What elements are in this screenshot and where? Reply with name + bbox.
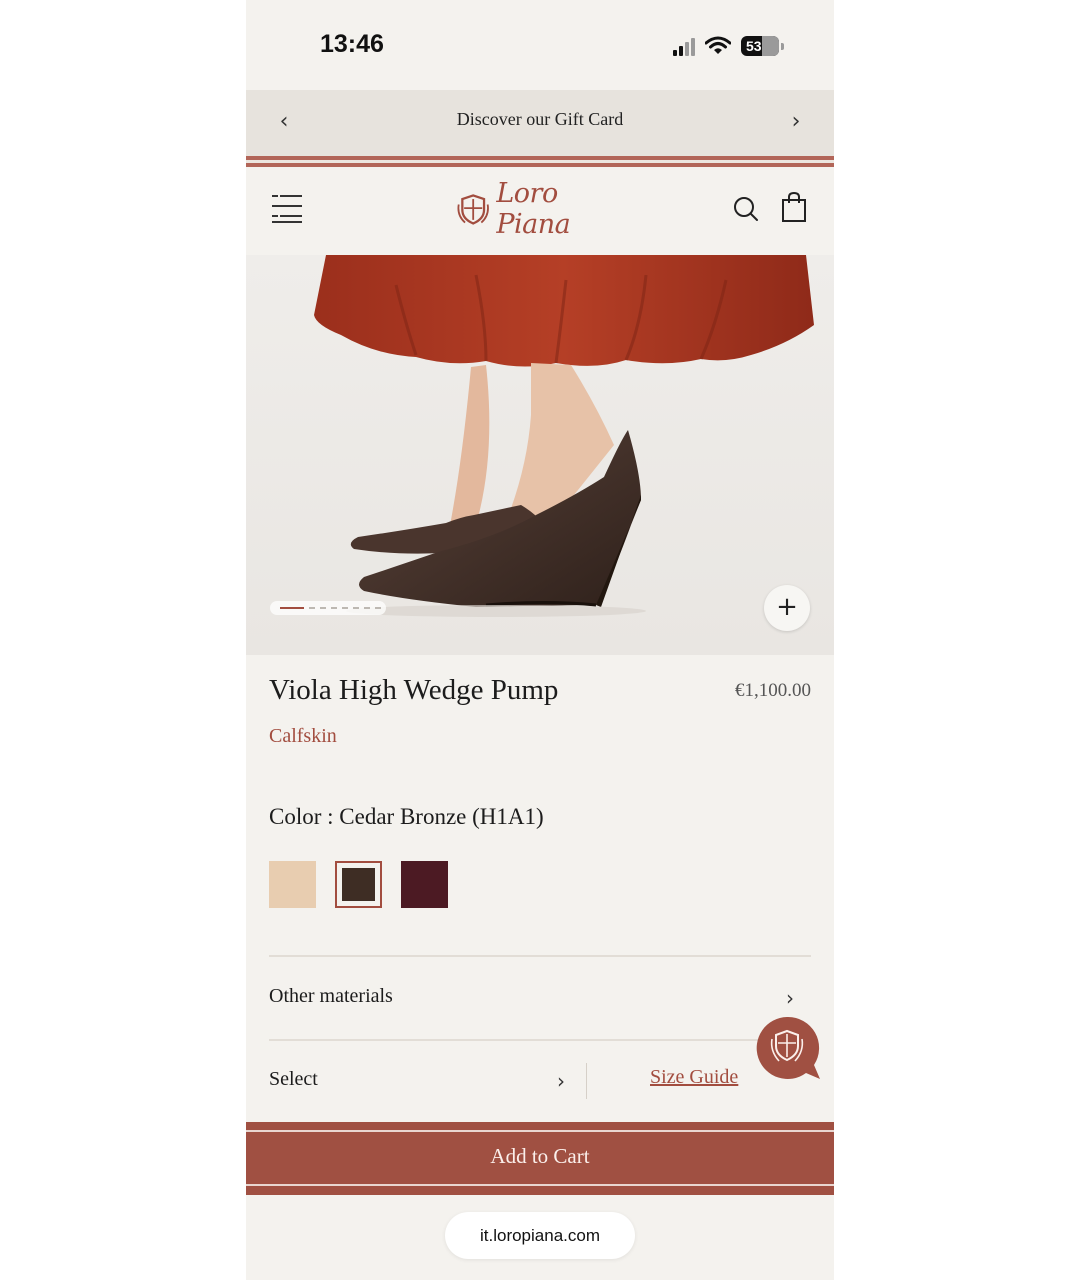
phone-screen: 13:46 53 ‹ Discover our Gift Card › Loro… — [246, 0, 834, 1280]
battery-tip — [781, 42, 784, 50]
status-time: 13:46 — [320, 30, 384, 58]
gallery-dot[interactable] — [364, 607, 370, 609]
vertical-separator — [586, 1063, 587, 1099]
product-title: Viola High Wedge Pump — [269, 674, 559, 706]
status-icons: 53 — [673, 36, 784, 56]
gallery-dot[interactable] — [320, 607, 326, 609]
hamburger-menu-icon[interactable] — [272, 195, 302, 223]
swatch-fill — [401, 861, 448, 908]
color-swatch-burgundy[interactable] — [401, 861, 448, 908]
brand-logo[interactable]: Loro Piana — [456, 178, 626, 240]
cellular-signal-icon — [673, 36, 695, 56]
site-header: Loro Piana — [246, 167, 834, 255]
divider — [269, 955, 811, 957]
swatch-fill — [269, 861, 316, 908]
decorative-stripe — [246, 1130, 834, 1132]
gallery-dot[interactable] — [342, 607, 348, 609]
chat-assistant-icon[interactable] — [754, 1015, 820, 1081]
product-price: €1,100.00 — [735, 680, 811, 701]
product-material: Calfskin — [269, 725, 337, 747]
other-materials-link[interactable]: Other materials — [269, 985, 393, 1008]
color-swatches — [269, 861, 448, 908]
swatch-fill — [342, 868, 375, 901]
product-image[interactable]: + — [246, 255, 834, 655]
add-to-cart-button[interactable]: Add to Cart — [246, 1122, 834, 1195]
chevron-right-icon[interactable]: › — [557, 1069, 565, 1093]
logo-wordmark: Loro Piana — [496, 178, 571, 240]
color-swatch-cedar-bronze[interactable] — [335, 861, 382, 908]
decorative-stripe — [246, 1184, 834, 1186]
zoom-plus-icon[interactable]: + — [764, 585, 810, 631]
crest-icon — [457, 194, 489, 225]
chevron-right-icon[interactable]: › — [786, 986, 794, 1010]
add-to-cart-label[interactable]: Add to Cart — [246, 1144, 834, 1169]
search-icon[interactable] — [732, 195, 760, 223]
size-guide-link[interactable]: Size Guide — [650, 1066, 738, 1089]
wifi-icon — [705, 36, 731, 54]
color-label: Color : Cedar Bronze (H1A1) — [269, 804, 544, 829]
browser-url-bar[interactable]: it.loropiana.com — [445, 1212, 635, 1259]
battery-icon: 53 — [741, 36, 779, 56]
gallery-dot[interactable] — [353, 607, 359, 609]
color-swatch-beige[interactable] — [269, 861, 316, 908]
promo-next-icon[interactable]: › — [784, 110, 808, 134]
gallery-dot[interactable] — [280, 607, 304, 609]
product-photo — [246, 255, 834, 655]
size-select[interactable]: Select — [269, 1068, 318, 1091]
gallery-dot[interactable] — [375, 607, 381, 609]
promo-banner[interactable]: ‹ Discover our Gift Card › — [246, 90, 834, 156]
gallery-dot[interactable] — [309, 607, 315, 609]
gallery-pager[interactable] — [270, 601, 386, 615]
divider — [269, 1039, 811, 1041]
battery-level: 53 — [746, 38, 762, 54]
status-bar: 13:46 53 — [246, 0, 834, 90]
shopping-bag-icon[interactable] — [780, 191, 808, 223]
gallery-dot[interactable] — [331, 607, 337, 609]
promo-text[interactable]: Discover our Gift Card — [246, 109, 834, 130]
